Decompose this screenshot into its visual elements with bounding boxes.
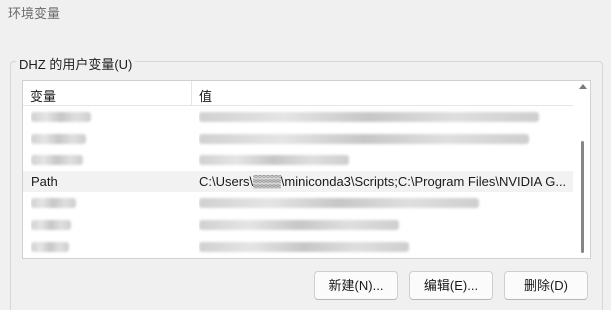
redacted-text	[199, 241, 409, 252]
list-rows: Path C:\Users\▒▒▒\miniconda3\Scripts;C:\P…	[23, 106, 573, 257]
user-variables-list[interactable]: 变量 值 Path C:\Users\▒▒▒\miniconda3\Scripts…	[22, 80, 591, 259]
row-variable-value	[199, 109, 567, 125]
row-variable-value	[199, 195, 567, 211]
table-row[interactable]	[23, 236, 573, 258]
row-variable-value	[199, 217, 567, 233]
vertical-scrollbar[interactable]	[576, 81, 590, 258]
row-variable-value	[199, 131, 567, 147]
new-variable-button[interactable]: 新建(N)...	[314, 271, 398, 300]
row-variable-name	[31, 195, 186, 211]
redacted-text	[199, 219, 399, 230]
redacted-text	[199, 133, 529, 144]
edit-variable-button[interactable]: 编辑(E)...	[409, 271, 493, 300]
table-row[interactable]	[23, 192, 573, 214]
row-variable-name	[31, 239, 186, 255]
column-header-value[interactable]: 值	[199, 86, 212, 105]
row-variable-value	[199, 152, 567, 168]
redacted-text	[199, 155, 349, 166]
table-row[interactable]	[23, 214, 573, 236]
row-variable-name: Path	[31, 173, 58, 189]
row-variable-name	[31, 131, 186, 147]
user-variables-group-label: DHZ 的用户变量(U)	[16, 54, 136, 73]
scrollbar-thumb[interactable]	[581, 141, 584, 253]
window-title: 环境变量	[8, 6, 61, 21]
redacted-text	[199, 112, 539, 122]
scroll-up-arrow-icon[interactable]	[579, 84, 587, 89]
table-row[interactable]	[23, 106, 573, 128]
row-variable-name	[31, 217, 186, 233]
table-row[interactable]	[23, 149, 573, 171]
redacted-text	[31, 112, 91, 122]
redacted-text	[31, 155, 83, 166]
row-variable-value	[199, 239, 567, 255]
table-row[interactable]	[23, 128, 573, 150]
table-row[interactable]: Path C:\Users\▒▒▒\miniconda3\Scripts;C:\P…	[23, 170, 573, 193]
row-variable-value: C:\Users\▒▒▒\miniconda3\Scripts;C:\Progr…	[199, 173, 567, 189]
column-header-variable[interactable]: 变量	[30, 86, 56, 105]
row-variable-name	[31, 109, 186, 125]
redacted-text	[31, 198, 76, 209]
delete-variable-button[interactable]: 删除(D)	[504, 271, 588, 300]
redacted-text	[31, 133, 86, 144]
environment-variables-dialog: 环境变量 DHZ 的用户变量(U) 变量 值 Path C:\Users\▒▒▒\…	[0, 0, 611, 310]
redacted-text	[31, 241, 69, 252]
column-divider[interactable]	[191, 81, 192, 105]
row-variable-name	[31, 152, 186, 168]
redacted-text	[199, 198, 479, 209]
list-header: 变量 值	[23, 81, 573, 106]
redacted-text	[31, 219, 71, 230]
